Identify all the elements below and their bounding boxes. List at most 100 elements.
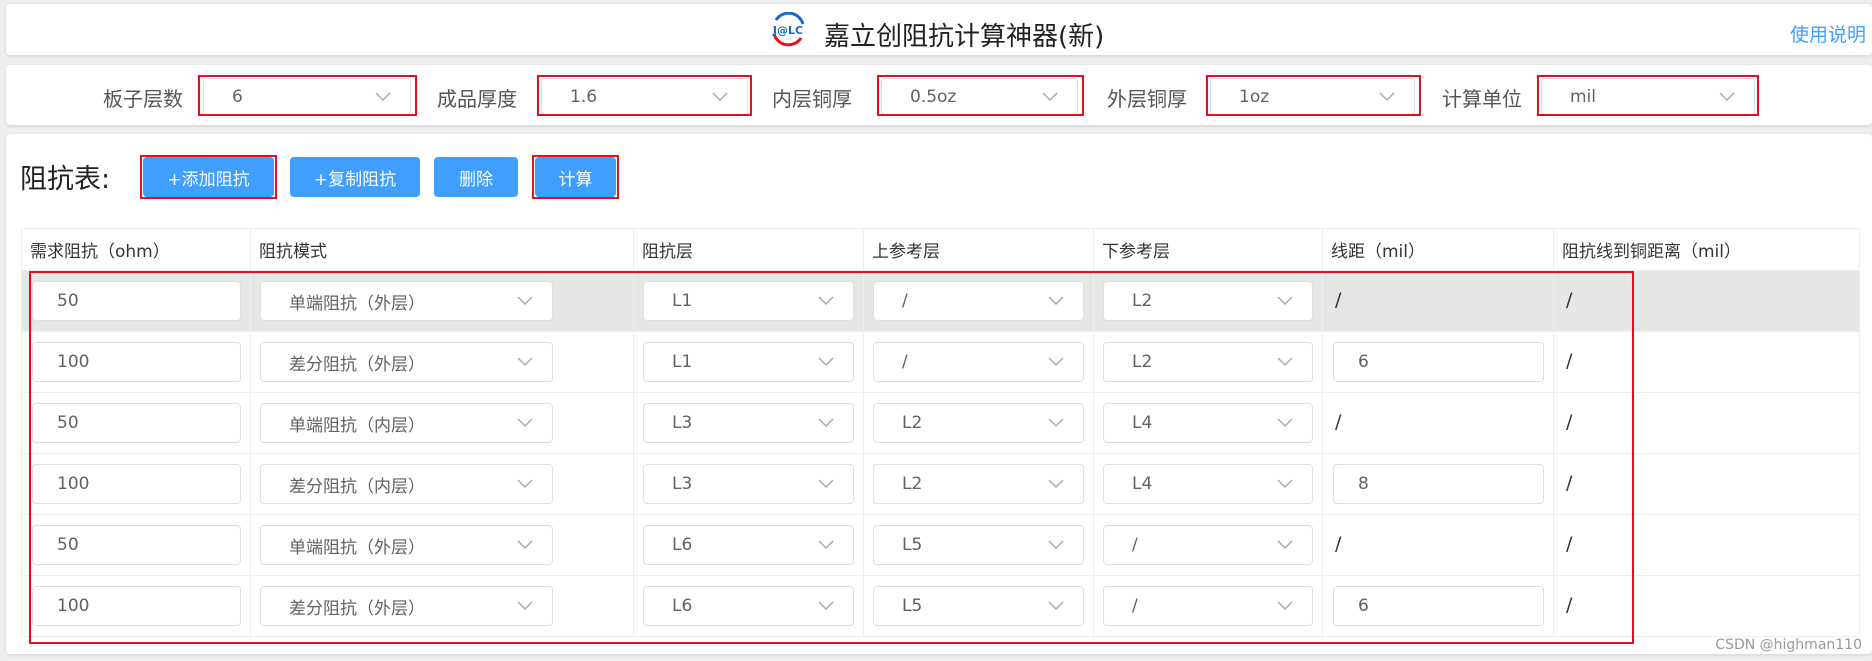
cell-mode: 单端阻抗（外层） bbox=[250, 270, 634, 332]
cell-impedance: 100 bbox=[21, 331, 251, 393]
chevron-down-icon bbox=[1043, 354, 1069, 370]
chevron-down-icon bbox=[1043, 598, 1069, 614]
impedance-input[interactable]: 50 bbox=[32, 403, 241, 443]
chevron-down-icon bbox=[1272, 537, 1298, 553]
impedance-mode-select[interactable]: 差分阻抗（外层） bbox=[260, 342, 553, 382]
layer-select[interactable]: L3 bbox=[643, 464, 854, 504]
cell-layer: L1 bbox=[633, 270, 864, 332]
copy-impedance-button[interactable]: +复制阻抗 bbox=[290, 157, 420, 197]
outer-copper-label: 外层铜厚 bbox=[1107, 87, 1187, 111]
board-layers-select[interactable]: 6 bbox=[203, 78, 411, 115]
cell-copper-distance: / bbox=[1553, 453, 1860, 515]
upper-ref-select[interactable]: L5 bbox=[873, 586, 1084, 626]
chevron-down-icon bbox=[512, 415, 538, 431]
cell-copper-distance: / bbox=[1553, 270, 1860, 332]
app-title: 嘉立创阻抗计算神器(新) bbox=[824, 22, 1105, 52]
chevron-down-icon bbox=[1043, 537, 1069, 553]
impedance-input[interactable]: 50 bbox=[32, 281, 241, 321]
copper-distance-text: / bbox=[1566, 350, 1573, 372]
table-row[interactable]: 50 单端阻抗（外层） L6 L5 / / / bbox=[21, 514, 1860, 576]
col-header-lower-ref: 下参考层 bbox=[1093, 228, 1323, 271]
upper-ref-select[interactable]: L2 bbox=[873, 403, 1084, 443]
copper-distance-text: / bbox=[1566, 472, 1573, 494]
table-row[interactable]: 100 差分阻抗（内层） L3 L2 L4 8 / bbox=[21, 453, 1860, 515]
col-header-mode: 阻抗模式 bbox=[250, 228, 634, 271]
impedance-input[interactable]: 100 bbox=[32, 464, 241, 504]
inner-copper-select[interactable]: 0.5oz bbox=[881, 78, 1078, 115]
calc-unit-select[interactable]: mil bbox=[1541, 78, 1755, 115]
chevron-down-icon bbox=[1272, 415, 1298, 431]
chevron-down-icon bbox=[512, 476, 538, 492]
col-header-impedance: 需求阻抗（ohm） bbox=[21, 228, 251, 271]
layer-select[interactable]: L1 bbox=[643, 281, 854, 321]
chevron-down-icon bbox=[1272, 354, 1298, 370]
chevron-down-icon bbox=[1272, 293, 1298, 309]
table-header-row: 需求阻抗（ohm） 阻抗模式 阻抗层 上参考层 下参考层 线距（mil） 阻抗线… bbox=[21, 228, 1860, 271]
chevron-down-icon bbox=[813, 415, 839, 431]
copper-distance-text: / bbox=[1566, 411, 1573, 433]
upper-ref-select[interactable]: / bbox=[873, 281, 1084, 321]
impedance-mode-select[interactable]: 单端阻抗（外层） bbox=[260, 281, 553, 321]
cell-upper-ref: L2 bbox=[863, 392, 1094, 454]
spacing-input[interactable]: 6 bbox=[1333, 586, 1544, 626]
layer-select[interactable]: L6 bbox=[643, 525, 854, 565]
cell-upper-ref: L5 bbox=[863, 575, 1094, 637]
upper-ref-select[interactable]: L5 bbox=[873, 525, 1084, 565]
outer-copper-select[interactable]: 1oz bbox=[1210, 78, 1415, 115]
table-row[interactable]: 50 单端阻抗（内层） L3 L2 L4 / / bbox=[21, 392, 1860, 454]
spacing-text: / bbox=[1335, 289, 1342, 311]
cell-lower-ref: / bbox=[1093, 514, 1323, 576]
cell-impedance: 100 bbox=[21, 453, 251, 515]
cell-mode: 差分阻抗（外层） bbox=[250, 331, 634, 393]
lower-ref-select[interactable]: L2 bbox=[1103, 342, 1313, 382]
layer-select[interactable]: L1 bbox=[643, 342, 854, 382]
copper-distance-text: / bbox=[1566, 594, 1573, 616]
lower-ref-select[interactable]: / bbox=[1103, 525, 1313, 565]
delete-button[interactable]: 删除 bbox=[434, 157, 518, 197]
calculate-button[interactable]: 计算 bbox=[535, 157, 616, 197]
finished-thickness-select[interactable]: 1.6 bbox=[541, 78, 748, 115]
cell-spacing: 6 bbox=[1322, 575, 1554, 637]
spacing-input[interactable]: 6 bbox=[1333, 342, 1544, 382]
lower-ref-select[interactable]: L4 bbox=[1103, 403, 1313, 443]
upper-ref-select[interactable]: / bbox=[873, 342, 1084, 382]
header-bar: J@LC 嘉立创阻抗计算神器(新) 使用说明 bbox=[6, 4, 1872, 55]
spacing-text: / bbox=[1335, 533, 1342, 555]
copper-distance-text: / bbox=[1566, 289, 1573, 311]
impedance-mode-select[interactable]: 单端阻抗（内层） bbox=[260, 403, 553, 443]
help-link[interactable]: 使用说明 bbox=[1790, 20, 1866, 47]
impedance-input[interactable]: 100 bbox=[32, 342, 241, 382]
cell-spacing: / bbox=[1322, 514, 1554, 576]
cell-mode: 单端阻抗（内层） bbox=[250, 392, 634, 454]
cell-spacing: / bbox=[1322, 392, 1554, 454]
chevron-down-icon bbox=[512, 293, 538, 309]
impedance-mode-select[interactable]: 差分阻抗（外层） bbox=[260, 586, 553, 626]
lower-ref-select[interactable]: L2 bbox=[1103, 281, 1313, 321]
inner-copper-label: 内层铜厚 bbox=[772, 87, 852, 111]
chevron-down-icon bbox=[370, 89, 396, 105]
impedance-mode-select[interactable]: 单端阻抗（外层） bbox=[260, 525, 553, 565]
cell-impedance: 50 bbox=[21, 514, 251, 576]
lower-ref-select[interactable]: L4 bbox=[1103, 464, 1313, 504]
app-logo: J@LC bbox=[768, 11, 808, 48]
spacing-input[interactable]: 8 bbox=[1333, 464, 1544, 504]
col-header-copper-distance: 阻抗线到铜距离（mil） bbox=[1553, 228, 1860, 271]
cell-lower-ref: L4 bbox=[1093, 453, 1323, 515]
impedance-input[interactable]: 50 bbox=[32, 525, 241, 565]
lower-ref-select[interactable]: / bbox=[1103, 586, 1313, 626]
cell-upper-ref: L2 bbox=[863, 453, 1094, 515]
upper-ref-select[interactable]: L2 bbox=[873, 464, 1084, 504]
cell-layer: L3 bbox=[633, 453, 864, 515]
cell-impedance: 50 bbox=[21, 270, 251, 332]
impedance-input[interactable]: 100 bbox=[32, 586, 241, 626]
table-row[interactable]: 100 差分阻抗（外层） L1 / L2 6 / bbox=[21, 331, 1860, 393]
layer-select[interactable]: L6 bbox=[643, 586, 854, 626]
impedance-table: 需求阻抗（ohm） 阻抗模式 阻抗层 上参考层 下参考层 线距（mil） 阻抗线… bbox=[21, 228, 1860, 637]
layer-select[interactable]: L3 bbox=[643, 403, 854, 443]
add-impedance-button[interactable]: +添加阻抗 bbox=[143, 157, 274, 197]
table-row[interactable]: 100 差分阻抗（外层） L6 L5 / 6 / bbox=[21, 575, 1860, 637]
col-header-spacing: 线距（mil） bbox=[1322, 228, 1554, 271]
table-row[interactable]: 50 单端阻抗（外层） L1 / L2 / / bbox=[21, 270, 1860, 332]
impedance-mode-select[interactable]: 差分阻抗（内层） bbox=[260, 464, 553, 504]
cell-spacing: 8 bbox=[1322, 453, 1554, 515]
